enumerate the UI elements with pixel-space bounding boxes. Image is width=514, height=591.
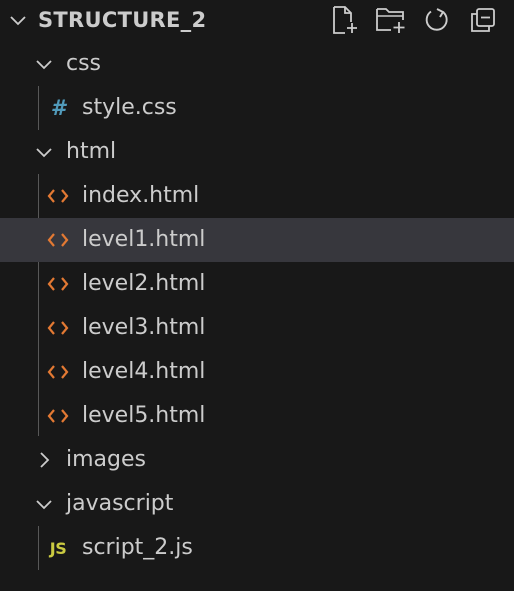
file-label: level1.html bbox=[82, 227, 206, 252]
tree-file-level3-html[interactable]: level3.html bbox=[0, 306, 514, 350]
refresh-icon bbox=[425, 8, 448, 31]
folder-label: javascript bbox=[66, 491, 174, 516]
tree-folder-css[interactable]: css bbox=[0, 42, 514, 86]
file-label: level3.html bbox=[82, 315, 206, 340]
chevron-right-icon bbox=[40, 452, 50, 468]
tree-folder-html[interactable]: html bbox=[0, 130, 514, 174]
js-file-icon: JS bbox=[49, 538, 67, 558]
file-label: script_2.js bbox=[82, 535, 193, 560]
chevron-down-icon[interactable] bbox=[8, 10, 28, 30]
tree-file-script-js[interactable]: JS script_2.js bbox=[0, 526, 514, 570]
html-file-icon bbox=[46, 358, 70, 386]
folder-label: images bbox=[66, 447, 146, 472]
new-folder-button[interactable] bbox=[374, 3, 408, 37]
file-label: level4.html bbox=[82, 359, 206, 384]
tree-folder-images[interactable]: images bbox=[0, 438, 514, 482]
collapse-all-button[interactable] bbox=[466, 3, 500, 37]
file-explorer: STRUCTURE_2 css # style.css html index.h… bbox=[0, 0, 514, 591]
tree-file-style-css[interactable]: # style.css bbox=[0, 86, 514, 130]
html-file-icon bbox=[46, 314, 70, 342]
folder-label: html bbox=[66, 139, 117, 164]
tree-file-level2-html[interactable]: level2.html bbox=[0, 262, 514, 306]
file-label: index.html bbox=[82, 183, 200, 208]
explorer-actions bbox=[316, 2, 500, 38]
css-file-icon: # bbox=[50, 96, 66, 120]
tree-file-level4-html[interactable]: level4.html bbox=[0, 350, 514, 394]
html-file-icon bbox=[46, 402, 70, 430]
new-file-icon bbox=[333, 6, 357, 34]
new-file-button[interactable] bbox=[328, 3, 362, 37]
html-file-icon bbox=[46, 270, 70, 298]
html-file-icon bbox=[46, 226, 70, 254]
new-folder-icon bbox=[376, 8, 405, 33]
chevron-down-icon bbox=[36, 500, 52, 510]
file-label: level2.html bbox=[82, 271, 206, 296]
tree-file-level1-html[interactable]: level1.html bbox=[0, 218, 514, 262]
file-label: level5.html bbox=[82, 403, 206, 428]
html-file-icon bbox=[46, 182, 70, 210]
tree-file-level5-html[interactable]: level5.html bbox=[0, 394, 514, 438]
collapse-all-icon bbox=[471, 8, 495, 32]
refresh-button[interactable] bbox=[420, 3, 454, 37]
workspace-title: STRUCTURE_2 bbox=[38, 8, 207, 32]
explorer-header[interactable]: STRUCTURE_2 bbox=[0, 0, 514, 40]
file-label: style.css bbox=[82, 95, 177, 120]
folder-label: css bbox=[66, 51, 102, 76]
tree-folder-javascript[interactable]: javascript bbox=[0, 482, 514, 526]
tree-file-index-html[interactable]: index.html bbox=[0, 174, 514, 218]
chevron-down-icon bbox=[36, 148, 52, 158]
chevron-down-icon bbox=[36, 60, 52, 70]
